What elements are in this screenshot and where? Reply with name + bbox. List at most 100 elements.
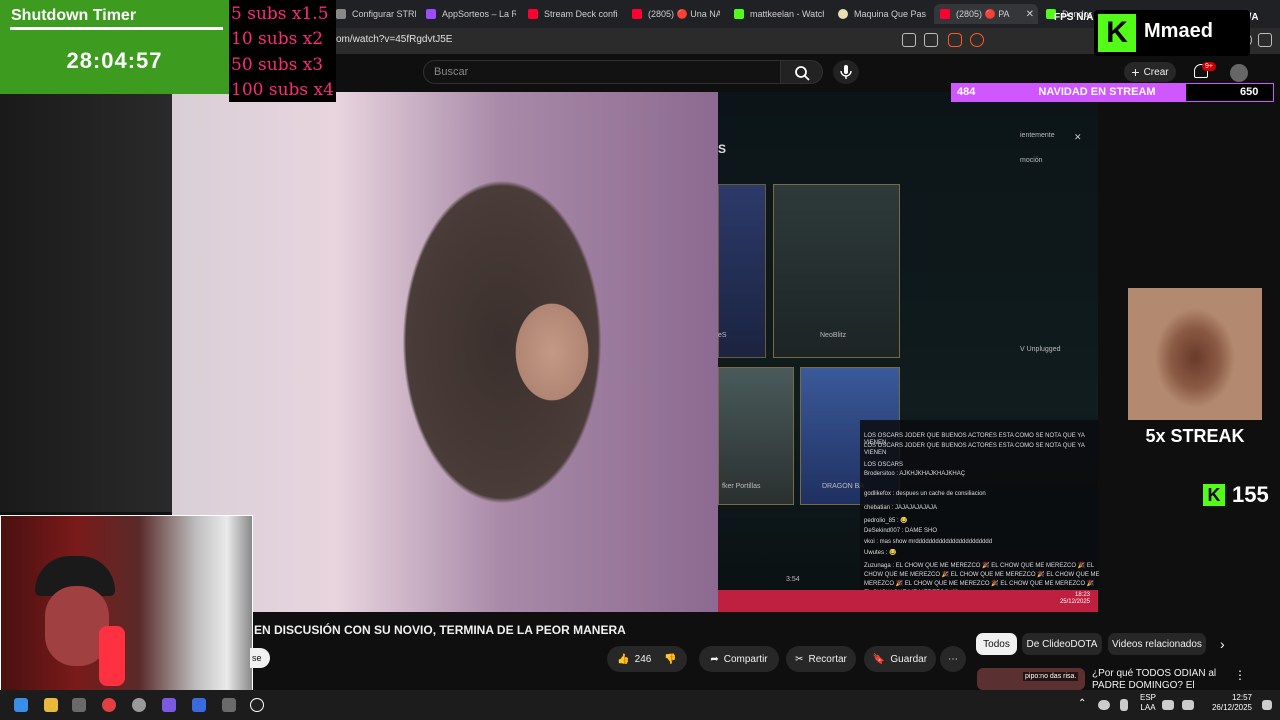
app-icon[interactable]: [132, 698, 146, 712]
thumbs-down-icon[interactable]: 👎: [664, 654, 676, 665]
onedrive-icon[interactable]: [1098, 700, 1110, 710]
subs-multiplier: 10 subs x2: [231, 29, 324, 49]
more-horizontal-icon: ⋯: [948, 653, 958, 665]
tab-favicon-icon: [336, 9, 346, 19]
share-icon: ➦: [710, 653, 719, 665]
kick-count: 155: [1232, 482, 1269, 507]
close-icon: ✕: [1074, 132, 1082, 142]
url-field[interactable]: om/watch?v=45fRgdvtJ5E: [336, 34, 452, 45]
tab-stream-deck[interactable]: Stream Deck config: [528, 4, 618, 24]
subs-multiplier: 50 subs x3: [231, 55, 324, 75]
champion-card-name: eS: [718, 332, 727, 339]
chat-message: vkoi : mas show mrdddddddddddddddddddddd…: [864, 539, 993, 545]
avatar[interactable]: [1230, 64, 1248, 82]
more-actions-button[interactable]: ⋯: [940, 646, 966, 672]
chat-message: CHOW QUE ME MEREZCO 🎉 EL CHOW QUE ME MER…: [864, 572, 1100, 578]
cast-icon[interactable]: [902, 33, 916, 47]
brave-shield-icon[interactable]: [948, 33, 962, 47]
network-icon[interactable]: [1162, 700, 1174, 710]
share-button[interactable]: ➦ Compartir: [699, 646, 779, 672]
game-header: S: [718, 142, 727, 156]
app-icon[interactable]: [72, 698, 86, 712]
subs-multiplier-widget: 5 subs x1.5 10 subs x2 50 subs x3 100 su…: [229, 0, 336, 102]
notification-count-badge: 9+: [1202, 62, 1216, 71]
chat-message: LOS OSCARS JODER QUE BUENOS ACTORES ESTA…: [864, 443, 1085, 456]
save-button[interactable]: 🔖 Guardar: [864, 646, 936, 672]
create-button[interactable]: + Crear: [1124, 62, 1176, 82]
brave-browser-icon[interactable]: [102, 698, 116, 712]
youtube-icon: [528, 9, 538, 19]
voice-search-button[interactable]: [833, 60, 859, 84]
like-button[interactable]: 👍 246 👎: [607, 646, 687, 672]
game-side-item: moción: [1020, 157, 1043, 164]
timer-title: Shutdown Timer: [11, 7, 137, 24]
chat-message: Brodersitoo : AJKHJKHAJKHAJKHAÇ: [864, 471, 966, 477]
scissors-icon: ✂: [795, 653, 804, 665]
obs-icon[interactable]: [250, 698, 264, 712]
plus-icon: +: [1131, 64, 1140, 80]
input-language[interactable]: ESP LAA: [1140, 693, 1156, 713]
kick-logo-icon: K: [1098, 14, 1136, 52]
video-frame-streamer: [172, 92, 718, 612]
microphone-icon: [840, 65, 852, 79]
game-time: 3:54: [786, 576, 800, 583]
thumbnail-text: pipo:no das risa.: [1023, 672, 1079, 681]
volume-icon[interactable]: [1182, 700, 1194, 710]
app-icon[interactable]: [192, 698, 206, 712]
subs-multiplier: 100 subs x4: [231, 80, 334, 100]
tab-appsorteos[interactable]: AppSorteos – La Re: [426, 4, 516, 24]
microphone-icon[interactable]: [1120, 699, 1128, 711]
game-side-item: ientemente: [1020, 132, 1055, 139]
tab-favicon-icon: [838, 9, 848, 19]
chip-clideodota[interactable]: De ClideoDOTA: [1022, 633, 1102, 655]
recommended-video-thumbnail[interactable]: pipo:no das risa.: [977, 668, 1085, 690]
chevron-right-icon[interactable]: ›: [1220, 636, 1225, 652]
streak-meme-image: [1128, 288, 1262, 420]
search-button[interactable]: [781, 60, 823, 84]
kick-icon: [734, 9, 744, 19]
chat-message: Uwutes : 😂: [864, 550, 897, 556]
tab-maquina[interactable]: Maquina Que Pasa: [838, 4, 926, 24]
chip-todos[interactable]: Todos: [976, 633, 1017, 655]
chevron-up-icon[interactable]: ⌃: [1078, 698, 1086, 709]
webcam-overlay: [0, 515, 253, 705]
clip-button[interactable]: ✂ Recortar: [786, 646, 856, 672]
fps-readout: FPS N/A: [1054, 12, 1094, 23]
chat-message: pedrolio_85 : 😂: [864, 518, 908, 524]
chat-message: DeSekind007 : DAME SHO: [864, 528, 938, 534]
search-icon: [795, 66, 810, 81]
mini-clock: 18:23 25/12/2025: [1059, 592, 1090, 605]
tab-active-pa[interactable]: (2805) 🔴 PA ✕: [934, 4, 1038, 24]
subs-multiplier: 5 subs x1.5: [231, 4, 329, 24]
chat-message: MEREZCO 🎉 EL CHOW QUE ME MEREZCO 🎉 EL CH…: [864, 581, 1095, 587]
webcam-microphone: [99, 626, 125, 686]
chip-related[interactable]: Videos relacionados: [1108, 633, 1206, 655]
tab-mattkeelan[interactable]: mattkeelan - Watch: [734, 4, 824, 24]
app-icon[interactable]: [222, 698, 236, 712]
kick-channel-name: Mmaed: [1144, 20, 1213, 42]
more-vertical-icon[interactable]: ⋮: [1234, 668, 1246, 682]
search-input[interactable]: Buscar: [423, 60, 781, 84]
close-tab-icon[interactable]: ✕: [1026, 9, 1034, 20]
streak-label: 5x STREAK: [1145, 426, 1245, 446]
chat-message: godlikefox : despues un cache de consili…: [864, 491, 986, 497]
tab-una-navidad[interactable]: (2805) 🔴 Una NAV: [632, 4, 720, 24]
screen: Configurar STREAM AppSorteos – La Re Str…: [0, 0, 1280, 720]
start-menu-icon[interactable]: [14, 698, 28, 712]
discord-icon[interactable]: [162, 698, 176, 712]
video-title: EN DISCUSIÓN CON SU NOVIO, TERMINA DE LA…: [254, 623, 626, 637]
youtube-icon: [632, 9, 642, 19]
shield-icon[interactable]: [1258, 33, 1272, 47]
share-page-icon[interactable]: [924, 33, 938, 47]
youtube-icon: [940, 9, 950, 19]
video-left-background: [0, 92, 172, 512]
bookmark-icon: 🔖: [872, 653, 886, 665]
brave-rewards-icon[interactable]: [970, 33, 984, 47]
timer-value: 28:04:57: [66, 48, 163, 73]
system-clock[interactable]: 12:57 26/12/2025: [1204, 693, 1252, 713]
tab-configurar-stream[interactable]: Configurar STREAM: [336, 4, 416, 24]
file-explorer-icon[interactable]: [44, 698, 58, 712]
notification-center-icon[interactable]: [1262, 700, 1272, 710]
subscribe-button[interactable]: se: [250, 648, 270, 668]
champion-card-name: DRAGON BA: [822, 483, 865, 490]
